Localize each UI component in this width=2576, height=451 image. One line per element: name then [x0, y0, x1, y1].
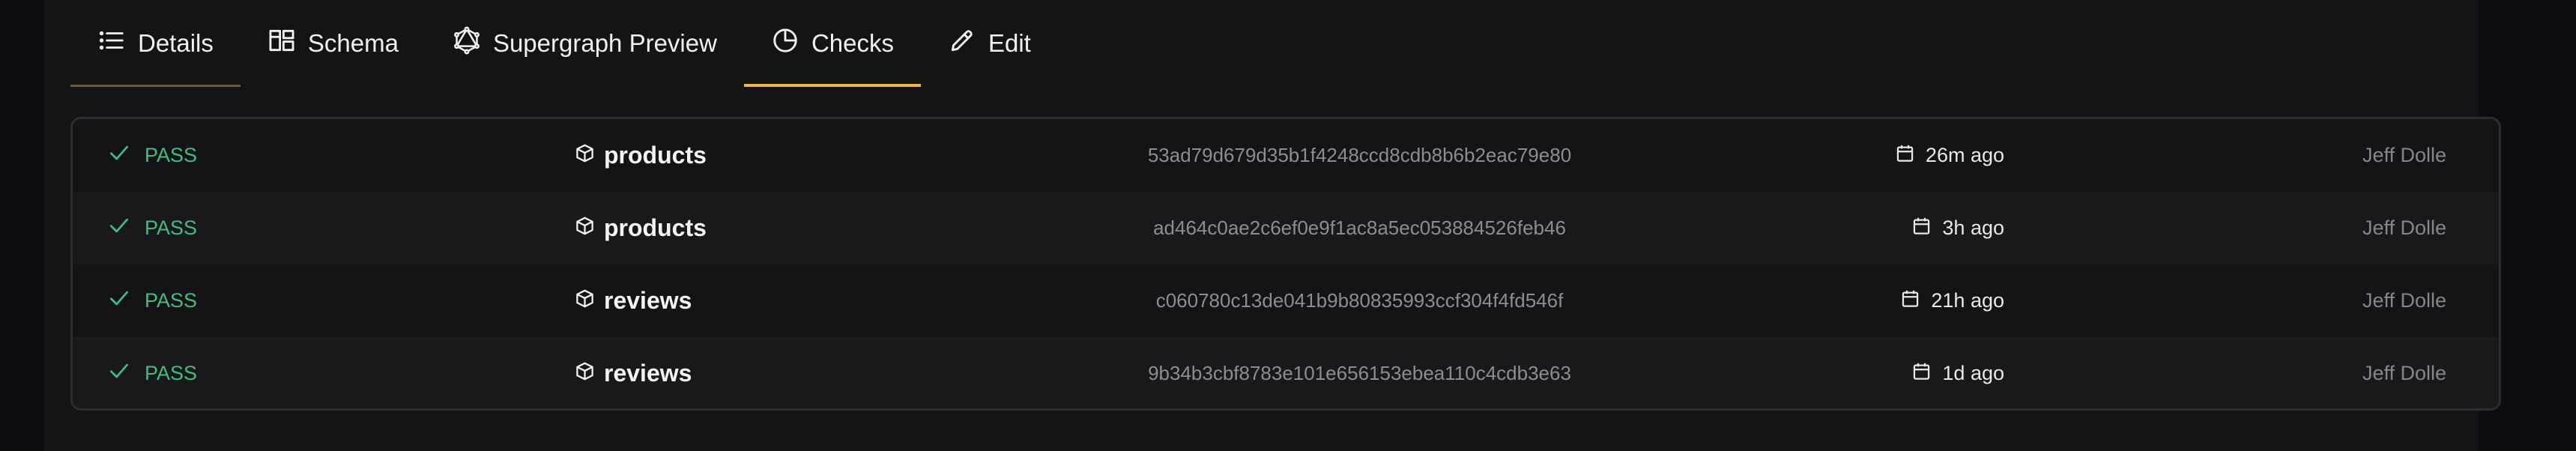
- author-name: Jeff Dolle: [2362, 217, 2446, 239]
- tab-supergraph-preview[interactable]: Supergraph Preview: [426, 0, 744, 87]
- package-icon: [575, 142, 595, 169]
- relative-time: 3h ago: [1942, 217, 2004, 239]
- subgraph-name: reviews: [604, 287, 692, 314]
- status-label: PASS: [145, 289, 198, 312]
- check-icon: [107, 359, 131, 388]
- subgraph-cell: products: [575, 119, 707, 192]
- time-cell: 21h ago: [1900, 264, 2004, 337]
- tab-bar: Details Schema Supergraph Preview Checks…: [70, 0, 1058, 90]
- schema-icon: [267, 26, 296, 61]
- subgraph-cell: products: [575, 192, 707, 264]
- subgraph-cell: reviews: [575, 337, 692, 408]
- tab-active-underline: [743, 84, 921, 87]
- subgraph-name: products: [604, 142, 707, 169]
- check-icon: [107, 141, 131, 170]
- check-row[interactable]: PASS reviews c060780c13de041b9b80835993c…: [73, 264, 2499, 337]
- package-icon: [575, 214, 595, 242]
- check-row[interactable]: PASS products ad464c0ae2c6ef0e9f1ac8a5ec…: [73, 192, 2499, 264]
- relative-time: 1d ago: [1942, 362, 2004, 384]
- subgraph-name: reviews: [604, 360, 692, 387]
- relative-time: 21h ago: [1931, 289, 2004, 312]
- commit-hash: 9b34b3cbf8783e101e656153ebea110c4cdb3e63: [1148, 362, 1571, 384]
- status-cell: PASS: [107, 264, 197, 337]
- pencil-icon: [948, 26, 976, 61]
- subgraph-cell: reviews: [575, 264, 692, 337]
- tab-underline: [426, 84, 744, 87]
- subgraph-name: products: [604, 214, 707, 241]
- checks-table: PASS products 53ad79d679d35b1f4248ccd8cd…: [70, 117, 2501, 411]
- status-cell: PASS: [107, 192, 197, 264]
- calendar-icon: [1895, 143, 1915, 169]
- author-name: Jeff Dolle: [2362, 362, 2446, 384]
- relative-time: 26m ago: [1925, 144, 2004, 166]
- check-row[interactable]: PASS products 53ad79d679d35b1f4248ccd8cd…: [73, 119, 2499, 192]
- calendar-icon: [1900, 288, 1920, 314]
- status-cell: PASS: [107, 119, 197, 192]
- commit-hash: ad464c0ae2c6ef0e9f1ac8a5ec053884526feb46: [1153, 217, 1566, 239]
- commit-hash: 53ad79d679d35b1f4248ccd8cdb8b6b2eac79e80: [1147, 144, 1572, 166]
- calendar-icon: [1911, 361, 1932, 387]
- tab-label: Schema: [307, 29, 399, 57]
- calendar-icon: [1911, 216, 1932, 241]
- author-name: Jeff Dolle: [2362, 289, 2446, 312]
- tab-underline: [70, 85, 241, 87]
- tab-underline: [241, 84, 426, 87]
- tab-underline: [921, 84, 1058, 87]
- check-icon: [107, 214, 131, 243]
- app-background: Details Schema Supergraph Preview Checks…: [0, 0, 2576, 451]
- tab-label: Edit: [988, 29, 1031, 57]
- tab-label: Supergraph Preview: [492, 29, 717, 57]
- tab-edit[interactable]: Edit: [921, 0, 1058, 87]
- package-icon: [575, 287, 595, 315]
- tab-schema[interactable]: Schema: [241, 0, 426, 87]
- author-name: Jeff Dolle: [2362, 144, 2446, 166]
- pie-chart-icon: [771, 26, 799, 61]
- commit-hash: c060780c13de041b9b80835993ccf304f4fd546f: [1155, 289, 1564, 312]
- status-label: PASS: [145, 144, 198, 166]
- check-row[interactable]: PASS reviews 9b34b3cbf8783e101e656153ebe…: [73, 337, 2499, 408]
- status-cell: PASS: [107, 337, 198, 408]
- time-cell: 26m ago: [1895, 119, 2004, 192]
- tab-checks[interactable]: Checks: [743, 0, 921, 87]
- tab-label: Checks: [811, 29, 894, 57]
- check-icon: [107, 286, 131, 315]
- graphql-icon: [453, 26, 481, 61]
- tab-details[interactable]: Details: [70, 0, 241, 87]
- time-cell: 1d ago: [1911, 337, 2004, 408]
- package-icon: [575, 360, 595, 387]
- time-cell: 3h ago: [1911, 192, 2004, 264]
- tab-label: Details: [138, 29, 214, 57]
- list-icon: [97, 26, 126, 61]
- status-label: PASS: [145, 217, 198, 239]
- status-label: PASS: [145, 362, 198, 384]
